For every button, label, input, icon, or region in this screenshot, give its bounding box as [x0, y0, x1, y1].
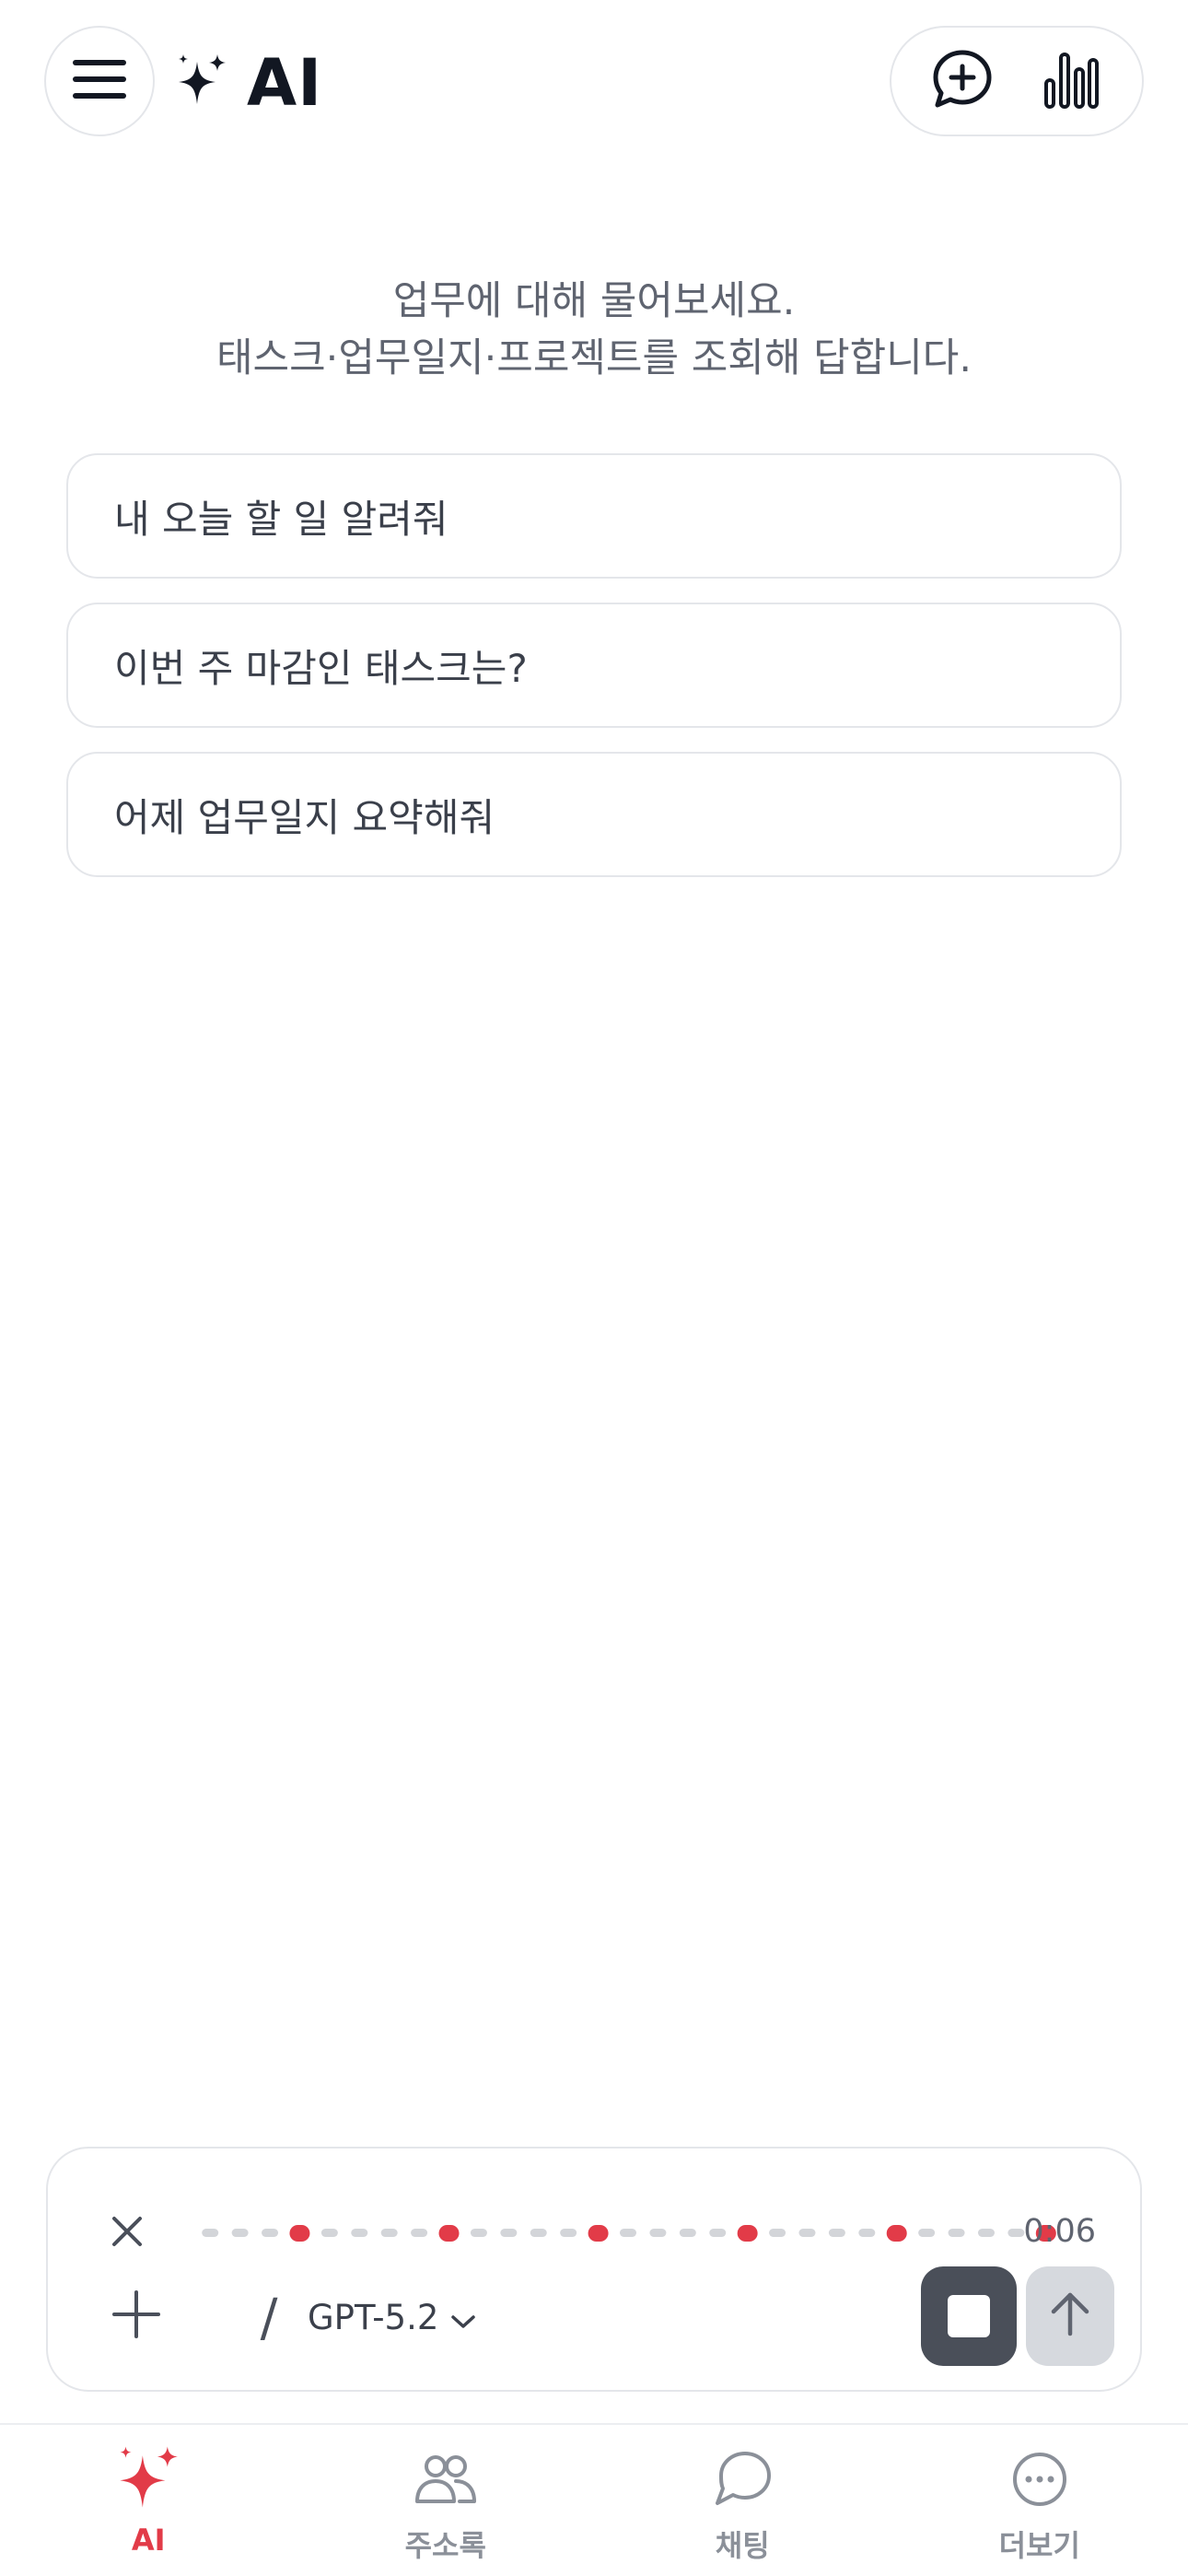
wave-segment [202, 2229, 219, 2237]
nav-label-contacts: 주소록 [404, 2528, 486, 2563]
composer-toolbar: / GPT-5.2 [48, 2266, 1140, 2368]
cancel-recording-button[interactable] [94, 2200, 160, 2266]
nav-item-more[interactable]: 더보기 [891, 2425, 1188, 2576]
suggestion-label: 내 오늘 할 일 알려줘 [114, 496, 448, 542]
suggestion-label: 이번 주 마감인 태스크는? [114, 645, 528, 691]
send-button[interactable] [1026, 2266, 1114, 2366]
page-title: AI [247, 45, 323, 121]
intro-message: 업무에 대해 물어보세요. 태스크·업무일지·프로젝트를 조회해 답합니다. [0, 273, 1188, 387]
wave-segment [948, 2229, 965, 2237]
suggestion-today-tasks[interactable]: 내 오늘 할 일 알려줘 [66, 453, 1122, 579]
nav-label-more: 더보기 [998, 2528, 1080, 2563]
nav-item-chat[interactable]: 채팅 [594, 2425, 891, 2576]
wave-segment [858, 2229, 876, 2237]
wave-segment [828, 2229, 845, 2237]
more-icon [1001, 2443, 1078, 2515]
recording-timer: 0:06 [1023, 2213, 1096, 2250]
wave-segment [798, 2229, 816, 2237]
close-icon [111, 2216, 143, 2251]
stats-button[interactable] [1027, 37, 1115, 125]
new-chat-button[interactable] [918, 37, 1007, 125]
wave-segment [470, 2229, 487, 2237]
wave-segment [709, 2229, 727, 2237]
wave-segment [351, 2229, 368, 2237]
suggestion-label: 어제 업무일지 요약해줘 [114, 794, 495, 840]
chevron-down-icon [451, 2298, 476, 2337]
brand: AI [173, 44, 322, 122]
chat-composer: 0:06 / GPT-5.2 [46, 2147, 1142, 2392]
wave-peak [438, 2225, 460, 2242]
bottom-nav: AI 주소록 채팅 더보기 [0, 2423, 1188, 2576]
stop-recording-button[interactable] [921, 2266, 1017, 2366]
model-name: GPT-5.2 [308, 2297, 439, 2337]
nav-label-ai: AI [131, 2523, 166, 2558]
wave-peak [588, 2225, 609, 2242]
wave-segment [320, 2229, 338, 2237]
audio-waveform [202, 2225, 1056, 2242]
wave-peak [737, 2225, 758, 2242]
intro-line-2: 태스크·업무일지·프로젝트를 조회해 답합니다. [216, 335, 972, 381]
sparkle-icon [173, 53, 230, 113]
ai-chat-screen: AI 업무에 대해 물어보세요. 태스크·업무일지·프로젝트를 조회해 답합니다… [0, 0, 1188, 2576]
suggestion-weekly-deadlines[interactable]: 이번 주 마감인 태스크는? [66, 603, 1122, 728]
nav-item-ai[interactable]: AI [0, 2425, 297, 2576]
suggestion-yesterday-summary[interactable]: 어제 업무일지 요약해줘 [66, 752, 1122, 877]
stop-icon [948, 2295, 990, 2337]
wave-segment [231, 2229, 249, 2237]
wave-segment [679, 2229, 696, 2237]
chat-plus-icon [930, 47, 995, 115]
voice-recording-row: 0:06 [48, 2189, 1140, 2277]
wave-segment [500, 2229, 518, 2237]
sparkle-icon [110, 2443, 187, 2515]
nav-label-chat: 채팅 [715, 2528, 770, 2563]
chat-bubble-icon [704, 2443, 781, 2515]
wave-segment [649, 2229, 667, 2237]
bar-chart-icon [1043, 49, 1099, 113]
wave-peak [289, 2225, 310, 2242]
wave-segment [560, 2229, 577, 2237]
plus-icon [112, 2290, 160, 2342]
people-icon [407, 2443, 484, 2515]
wave-segment [977, 2229, 995, 2237]
arrow-up-icon [1050, 2291, 1090, 2341]
hamburger-icon [73, 60, 126, 102]
wave-segment [620, 2229, 636, 2237]
wave-segment [411, 2229, 428, 2237]
header-actions [890, 26, 1144, 136]
nav-item-contacts[interactable]: 주소록 [297, 2425, 595, 2576]
wave-segment [380, 2229, 398, 2237]
model-selector[interactable]: GPT-5.2 [308, 2285, 476, 2349]
slash-command-button[interactable]: / [232, 2279, 306, 2357]
attach-button[interactable] [98, 2277, 175, 2355]
wave-segment [530, 2229, 547, 2237]
intro-line-1: 업무에 대해 물어보세요. [392, 278, 796, 324]
wave-segment [1007, 2229, 1025, 2237]
wave-segment [262, 2229, 279, 2237]
wave-peak [886, 2225, 907, 2242]
wave-segment [769, 2229, 786, 2237]
menu-button[interactable] [44, 26, 155, 136]
suggestion-list: 내 오늘 할 일 알려줘 이번 주 마감인 태스크는? 어제 업무일지 요약해줘 [66, 453, 1122, 901]
wave-segment [918, 2229, 936, 2237]
